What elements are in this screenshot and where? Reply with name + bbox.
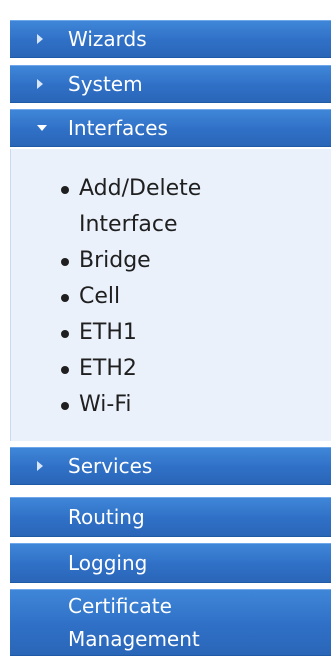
bullet-icon	[61, 402, 69, 410]
submenu-item-bridge[interactable]: Bridge	[55, 243, 295, 279]
nav-item-label: Wizards	[68, 27, 147, 51]
submenu-item-label: Add/Delete Interface	[79, 176, 202, 237]
nav-item-interfaces[interactable]: Interfaces	[10, 109, 331, 147]
nav-item-label: Interfaces	[68, 116, 168, 140]
submenu-item-label: Wi-Fi	[79, 392, 132, 417]
chevron-right-icon	[37, 34, 43, 44]
nav-item-routing[interactable]: Routing	[10, 497, 331, 537]
bullet-icon	[61, 330, 69, 338]
bullet-icon	[61, 186, 69, 194]
bullet-icon	[61, 294, 69, 302]
nav-item-services[interactable]: Services	[10, 447, 331, 485]
nav-item-logging[interactable]: Logging	[10, 543, 331, 583]
nav-item-wizards[interactable]: Wizards	[10, 20, 331, 58]
submenu-item-add-delete-interface[interactable]: Add/Delete Interface	[55, 171, 295, 243]
bullet-icon	[61, 258, 69, 266]
submenu-item-label: ETH1	[79, 320, 137, 345]
nav-item-label: Routing	[68, 505, 145, 529]
nav-item-label: System	[68, 72, 143, 96]
chevron-right-icon	[37, 79, 43, 89]
nav-item-label: Services	[68, 454, 153, 478]
chevron-down-icon	[37, 125, 47, 131]
interfaces-submenu: Add/Delete Interface Bridge Cell ETH1 ET…	[10, 149, 331, 441]
submenu-item-wi-fi[interactable]: Wi-Fi	[55, 387, 295, 423]
submenu-item-label: Bridge	[79, 248, 151, 273]
sidebar-nav: Wizards System Interfaces Add/Delete Int…	[0, 0, 331, 656]
submenu-item-eth1[interactable]: ETH1	[55, 315, 295, 351]
bullet-icon	[61, 366, 69, 374]
submenu-item-cell[interactable]: Cell	[55, 279, 295, 315]
nav-item-system[interactable]: System	[10, 65, 331, 103]
nav-item-certificate-management[interactable]: Certificate Management	[10, 589, 331, 656]
nav-item-label: Certificate Management	[68, 593, 200, 651]
submenu-item-eth2[interactable]: ETH2	[55, 351, 295, 387]
submenu-item-label: Cell	[79, 284, 121, 309]
nav-item-label: Logging	[68, 551, 148, 575]
chevron-right-icon	[37, 461, 43, 471]
submenu-item-label: ETH2	[79, 356, 137, 381]
